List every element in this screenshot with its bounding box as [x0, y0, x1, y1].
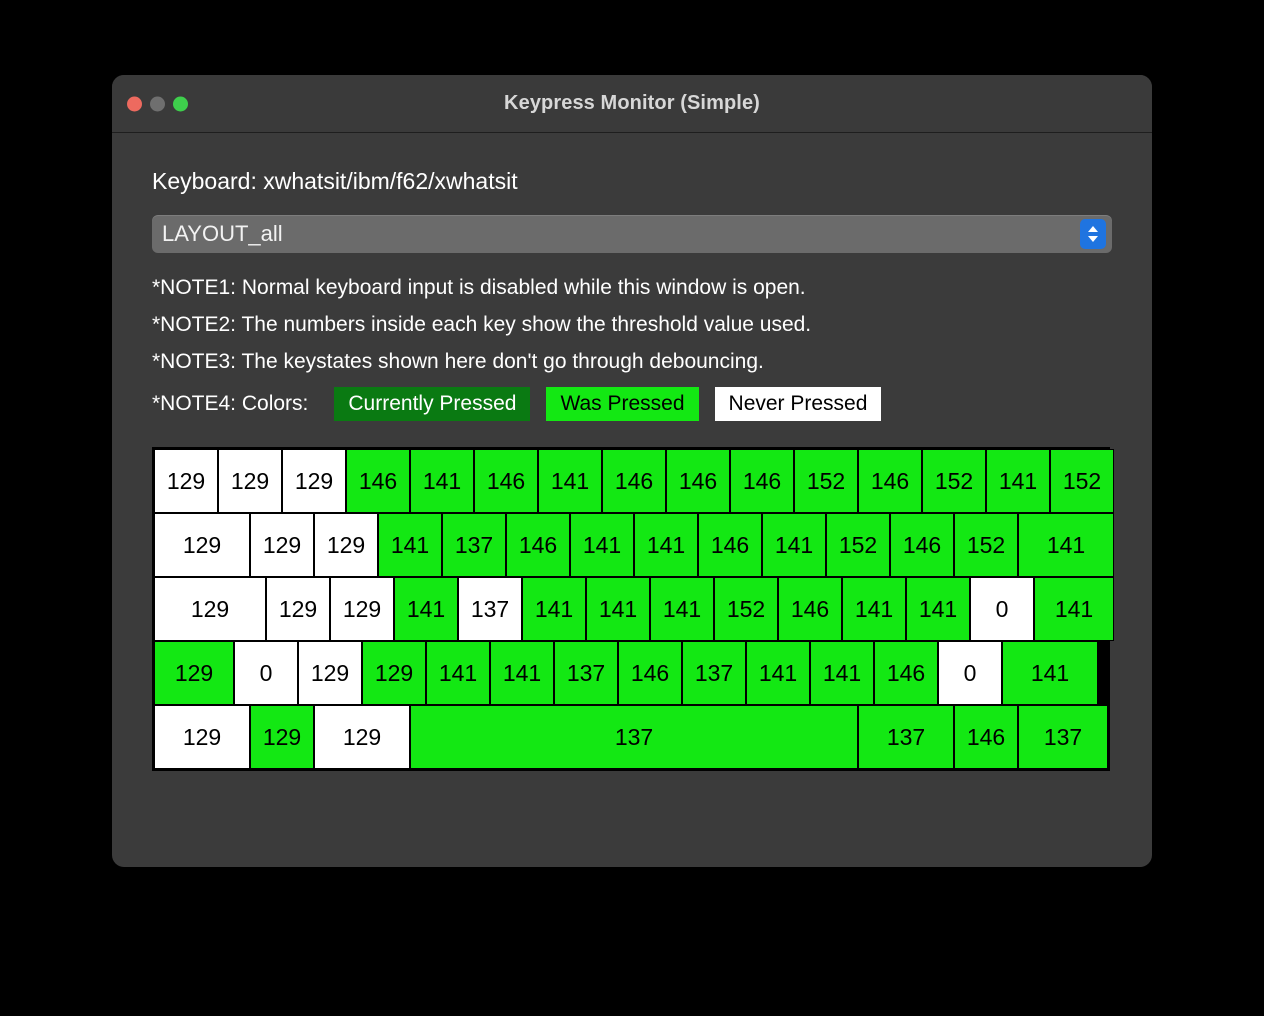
key-cell: 152 — [794, 449, 858, 513]
key-cell: 129 — [298, 641, 362, 705]
key-cell: 129 — [154, 577, 266, 641]
keyboard-row: 12901291291411411371461371411411460141 — [154, 641, 1108, 705]
window-content: Keyboard: xwhatsit/ibm/f62/xwhatsit LAYO… — [112, 133, 1152, 867]
key-cell: 141 — [1034, 577, 1114, 641]
key-cell: 141 — [906, 577, 970, 641]
layout-select-value: LAYOUT_all — [162, 221, 283, 247]
key-cell: 137 — [682, 641, 746, 705]
key-cell: 141 — [522, 577, 586, 641]
key-cell: 129 — [154, 705, 250, 769]
key-cell: 146 — [730, 449, 794, 513]
keyboard-name-label: Keyboard: xwhatsit/ibm/f62/xwhatsit — [152, 168, 1112, 195]
key-cell: 129 — [314, 513, 378, 577]
key-cell: 129 — [250, 513, 314, 577]
key-cell: 141 — [538, 449, 602, 513]
close-window-button[interactable] — [127, 96, 142, 111]
key-cell: 141 — [1018, 513, 1114, 577]
key-cell: 129 — [282, 449, 346, 513]
key-cell: 129 — [154, 513, 250, 577]
key-cell: 129 — [330, 577, 394, 641]
window-controls — [127, 96, 188, 111]
title-bar: Keypress Monitor (Simple) — [112, 75, 1152, 133]
legend-was-pressed: Was Pressed — [546, 387, 698, 421]
minimize-window-button[interactable] — [150, 96, 165, 111]
key-cell: 152 — [714, 577, 778, 641]
key-cell: 0 — [970, 577, 1034, 641]
key-cell: 141 — [842, 577, 906, 641]
key-cell: 146 — [666, 449, 730, 513]
key-cell: 146 — [874, 641, 938, 705]
key-cell: 129 — [154, 641, 234, 705]
key-cell: 146 — [778, 577, 842, 641]
note-3: *NOTE3: The keystates shown here don't g… — [152, 350, 1112, 374]
key-cell: 141 — [378, 513, 442, 577]
key-cell: 129 — [362, 641, 426, 705]
key-cell: 141 — [746, 641, 810, 705]
key-cell: 129 — [154, 449, 218, 513]
key-cell: 152 — [826, 513, 890, 577]
key-cell: 141 — [810, 641, 874, 705]
key-cell: 146 — [618, 641, 682, 705]
key-cell: 141 — [1002, 641, 1098, 705]
note-2: *NOTE2: The numbers inside each key show… — [152, 313, 1112, 337]
key-cell: 152 — [1050, 449, 1114, 513]
key-cell: 141 — [490, 641, 554, 705]
legend-currently-pressed: Currently Pressed — [334, 387, 530, 421]
key-cell: 141 — [762, 513, 826, 577]
key-cell: 146 — [890, 513, 954, 577]
maximize-window-button[interactable] — [173, 96, 188, 111]
key-cell: 0 — [938, 641, 1002, 705]
key-cell: 141 — [586, 577, 650, 641]
keyboard-matrix: 1291291291461411461411461461461521461521… — [152, 447, 1110, 771]
legend-never-pressed: Never Pressed — [715, 387, 882, 421]
chevron-up-down-icon[interactable] — [1080, 219, 1106, 249]
app-window: Keypress Monitor (Simple) Keyboard: xwha… — [112, 75, 1152, 867]
key-cell: 146 — [954, 705, 1018, 769]
note-1: *NOTE1: Normal keyboard input is disable… — [152, 276, 1112, 300]
key-cell: 146 — [602, 449, 666, 513]
key-cell: 141 — [634, 513, 698, 577]
key-cell: 137 — [458, 577, 522, 641]
key-cell: 137 — [442, 513, 506, 577]
key-cell: 0 — [234, 641, 298, 705]
key-cell: 137 — [858, 705, 954, 769]
keyboard-row: 1291291291411371461411411461411521461521… — [154, 513, 1108, 577]
keyboard-row: 129129129137137146137 — [154, 705, 1108, 769]
key-cell: 141 — [394, 577, 458, 641]
key-cell: 146 — [346, 449, 410, 513]
key-cell: 152 — [954, 513, 1018, 577]
key-cell: 141 — [986, 449, 1050, 513]
key-cell: 141 — [570, 513, 634, 577]
window-title: Keypress Monitor (Simple) — [112, 92, 1152, 115]
key-cell: 137 — [410, 705, 858, 769]
key-cell: 152 — [922, 449, 986, 513]
keyboard-row: 1291291291461411461411461461461521461521… — [154, 449, 1108, 513]
key-cell: 129 — [314, 705, 410, 769]
key-cell: 146 — [506, 513, 570, 577]
key-cell: 146 — [474, 449, 538, 513]
key-cell: 146 — [858, 449, 922, 513]
note-4-label: *NOTE4: Colors: — [152, 392, 308, 416]
key-cell: 129 — [266, 577, 330, 641]
key-cell: 141 — [410, 449, 474, 513]
key-cell: 137 — [554, 641, 618, 705]
layout-select[interactable]: LAYOUT_all — [152, 215, 1112, 253]
key-cell: 129 — [218, 449, 282, 513]
note-4-row: *NOTE4: Colors: Currently Pressed Was Pr… — [152, 387, 1112, 421]
key-cell: 141 — [650, 577, 714, 641]
key-cell: 129 — [250, 705, 314, 769]
keyboard-row: 1291291291411371411411411521461411410141 — [154, 577, 1108, 641]
key-cell: 141 — [426, 641, 490, 705]
key-cell: 137 — [1018, 705, 1108, 769]
key-cell: 146 — [698, 513, 762, 577]
